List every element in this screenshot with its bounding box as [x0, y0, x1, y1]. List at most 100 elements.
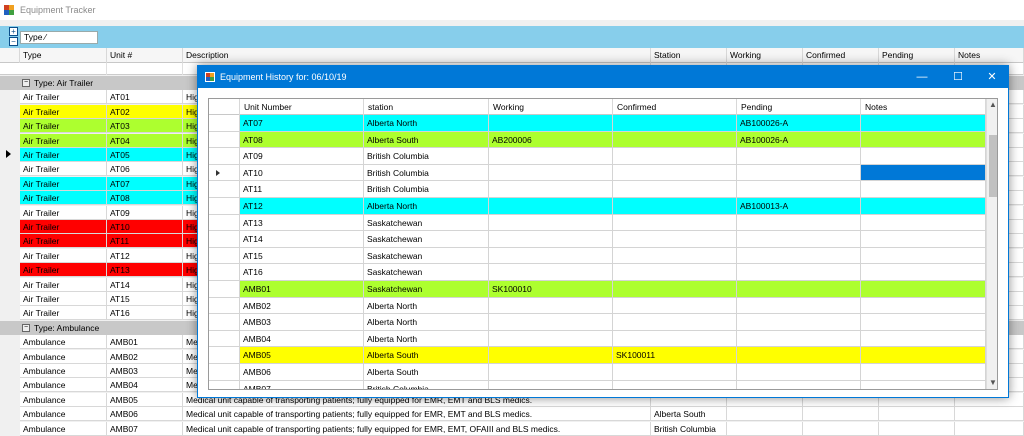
cell-working[interactable] — [489, 380, 613, 389]
history-row[interactable]: AT16 Saskatchewan — [209, 264, 986, 281]
cell-working[interactable] — [489, 231, 613, 248]
cell-station[interactable]: British Columbia — [364, 380, 489, 389]
cell-confirmed[interactable] — [613, 164, 737, 182]
history-row[interactable]: AT08 Alberta South AB200006 AB100026-A — [209, 131, 986, 149]
cell-unit[interactable]: AT13 — [240, 214, 364, 232]
cell-unit[interactable]: AMB06 — [240, 364, 364, 381]
cell-station[interactable]: Alberta North — [364, 297, 489, 315]
cell-type[interactable]: Air Trailer — [20, 248, 107, 263]
cell-station[interactable]: Alberta South — [364, 131, 489, 149]
cell-station[interactable]: Alberta South — [364, 347, 489, 364]
cell-notes[interactable] — [861, 181, 986, 198]
cell-confirmed[interactable] — [613, 264, 737, 281]
cell-type[interactable]: Air Trailer — [20, 191, 107, 206]
history-row[interactable]: AT13 Saskatchewan — [209, 214, 986, 232]
cell-empty[interactable] — [955, 407, 1024, 422]
cell-unit[interactable]: AT06 — [107, 162, 183, 177]
row-selector[interactable] — [209, 264, 240, 281]
cell-confirmed[interactable] — [613, 231, 737, 248]
cell-confirmed[interactable]: SK100011 — [613, 347, 737, 364]
row-selector[interactable] — [209, 364, 240, 381]
close-button[interactable]: ✕ — [974, 66, 1010, 88]
column-header-unit[interactable]: Unit # — [107, 48, 183, 63]
cell-pending[interactable]: AB100026-A — [737, 131, 861, 149]
cell-pending[interactable] — [737, 380, 861, 389]
cell-unit[interactable]: AT15 — [240, 247, 364, 265]
cell-unit[interactable]: AT12 — [240, 198, 364, 215]
cell-notes[interactable] — [861, 231, 986, 248]
cell-unit[interactable]: AT16 — [107, 306, 183, 321]
cell-type[interactable]: Ambulance — [20, 378, 107, 393]
cell-station[interactable]: Saskatchewan — [364, 231, 489, 248]
cell-pending[interactable] — [737, 314, 861, 331]
cell-unit[interactable]: AMB02 — [107, 349, 183, 364]
history-row[interactable]: AMB05 Alberta South SK100011 — [209, 347, 986, 364]
cell-working[interactable] — [489, 297, 613, 315]
cell-notes[interactable] — [861, 314, 986, 331]
cell-notes[interactable] — [861, 281, 986, 298]
cell-empty[interactable] — [803, 407, 879, 422]
cell-unit[interactable]: AMB04 — [107, 378, 183, 393]
cell-confirmed[interactable] — [613, 380, 737, 389]
history-grid[interactable]: Unit Number station Working Confirmed Pendin… — [208, 98, 998, 390]
cell-type[interactable]: Air Trailer — [20, 148, 107, 162]
cell-type[interactable]: Air Trailer — [20, 234, 107, 249]
minimize-button[interactable]: — — [904, 66, 940, 88]
cell-working[interactable] — [489, 198, 613, 215]
cell-working[interactable] — [489, 330, 613, 348]
cell-unit[interactable]: AMB02 — [240, 297, 364, 315]
cell-unit[interactable]: AMB01 — [107, 335, 183, 350]
column-header-pending[interactable]: Pending — [737, 99, 861, 115]
cell-working[interactable] — [489, 364, 613, 381]
cell-station[interactable]: Saskatchewan — [364, 214, 489, 232]
row-selector[interactable] — [209, 314, 240, 331]
cell-pending[interactable] — [737, 264, 861, 281]
cell-empty[interactable] — [727, 421, 803, 436]
cell-station[interactable]: Alberta South — [651, 407, 727, 422]
cell-empty[interactable] — [803, 421, 879, 436]
cell-unit[interactable]: AT10 — [240, 164, 364, 182]
cell-pending[interactable] — [737, 247, 861, 265]
history-row[interactable]: AMB02 Alberta North — [209, 297, 986, 315]
cell-pending[interactable] — [737, 214, 861, 232]
cell-confirmed[interactable] — [613, 148, 737, 165]
cell-confirmed[interactable] — [613, 330, 737, 348]
cell-unit[interactable]: AT01 — [107, 90, 183, 105]
cell-working[interactable] — [489, 164, 613, 182]
cell-type[interactable]: Ambulance — [20, 392, 107, 407]
cell-type[interactable]: Air Trailer — [20, 306, 107, 321]
column-header-confirmed[interactable]: Confirmed — [613, 99, 737, 115]
cell-unit[interactable]: AT15 — [107, 292, 183, 306]
cell-working[interactable] — [489, 314, 613, 331]
cell-working[interactable] — [489, 247, 613, 265]
cell-station[interactable]: Saskatchewan — [364, 264, 489, 281]
cell-notes[interactable] — [861, 214, 986, 232]
cell-desc[interactable]: Medical unit capable of transporting pat… — [183, 407, 651, 422]
cell-unit[interactable]: AT02 — [107, 104, 183, 119]
cell-working[interactable]: AB200006 — [489, 131, 613, 149]
cell-station[interactable]: Saskatchewan — [364, 281, 489, 298]
cell-notes[interactable] — [861, 247, 986, 265]
cell-confirmed[interactable] — [613, 131, 737, 149]
cell-unit[interactable]: AT03 — [107, 119, 183, 134]
cell-unit[interactable]: AMB05 — [107, 392, 183, 407]
cell-type[interactable]: Air Trailer — [20, 90, 107, 105]
cell-pending[interactable] — [737, 164, 861, 182]
cell-unit[interactable]: AMB01 — [240, 281, 364, 298]
column-header-working[interactable]: Working — [727, 48, 803, 63]
maximize-button[interactable]: ☐ — [940, 66, 976, 88]
cell-desc[interactable]: Medical unit capable of transporting pat… — [183, 421, 651, 436]
cell-empty[interactable] — [955, 421, 1024, 436]
cell-station[interactable]: British Columbia — [364, 181, 489, 198]
history-row[interactable]: AT07 Alberta North AB100026-A — [209, 115, 986, 132]
cell-pending[interactable] — [737, 347, 861, 364]
cell-unit[interactable]: AMB06 — [107, 407, 183, 422]
cell-type[interactable]: Air Trailer — [20, 263, 107, 278]
cell-unit[interactable]: AMB04 — [240, 330, 364, 348]
expand-all-button[interactable]: + — [9, 27, 18, 36]
cell-unit[interactable]: AT14 — [107, 277, 183, 292]
cell-type[interactable]: Ambulance — [20, 364, 107, 378]
cell-empty[interactable] — [879, 407, 955, 422]
cell-confirmed[interactable] — [613, 198, 737, 215]
cell-type[interactable]: Air Trailer — [20, 292, 107, 306]
